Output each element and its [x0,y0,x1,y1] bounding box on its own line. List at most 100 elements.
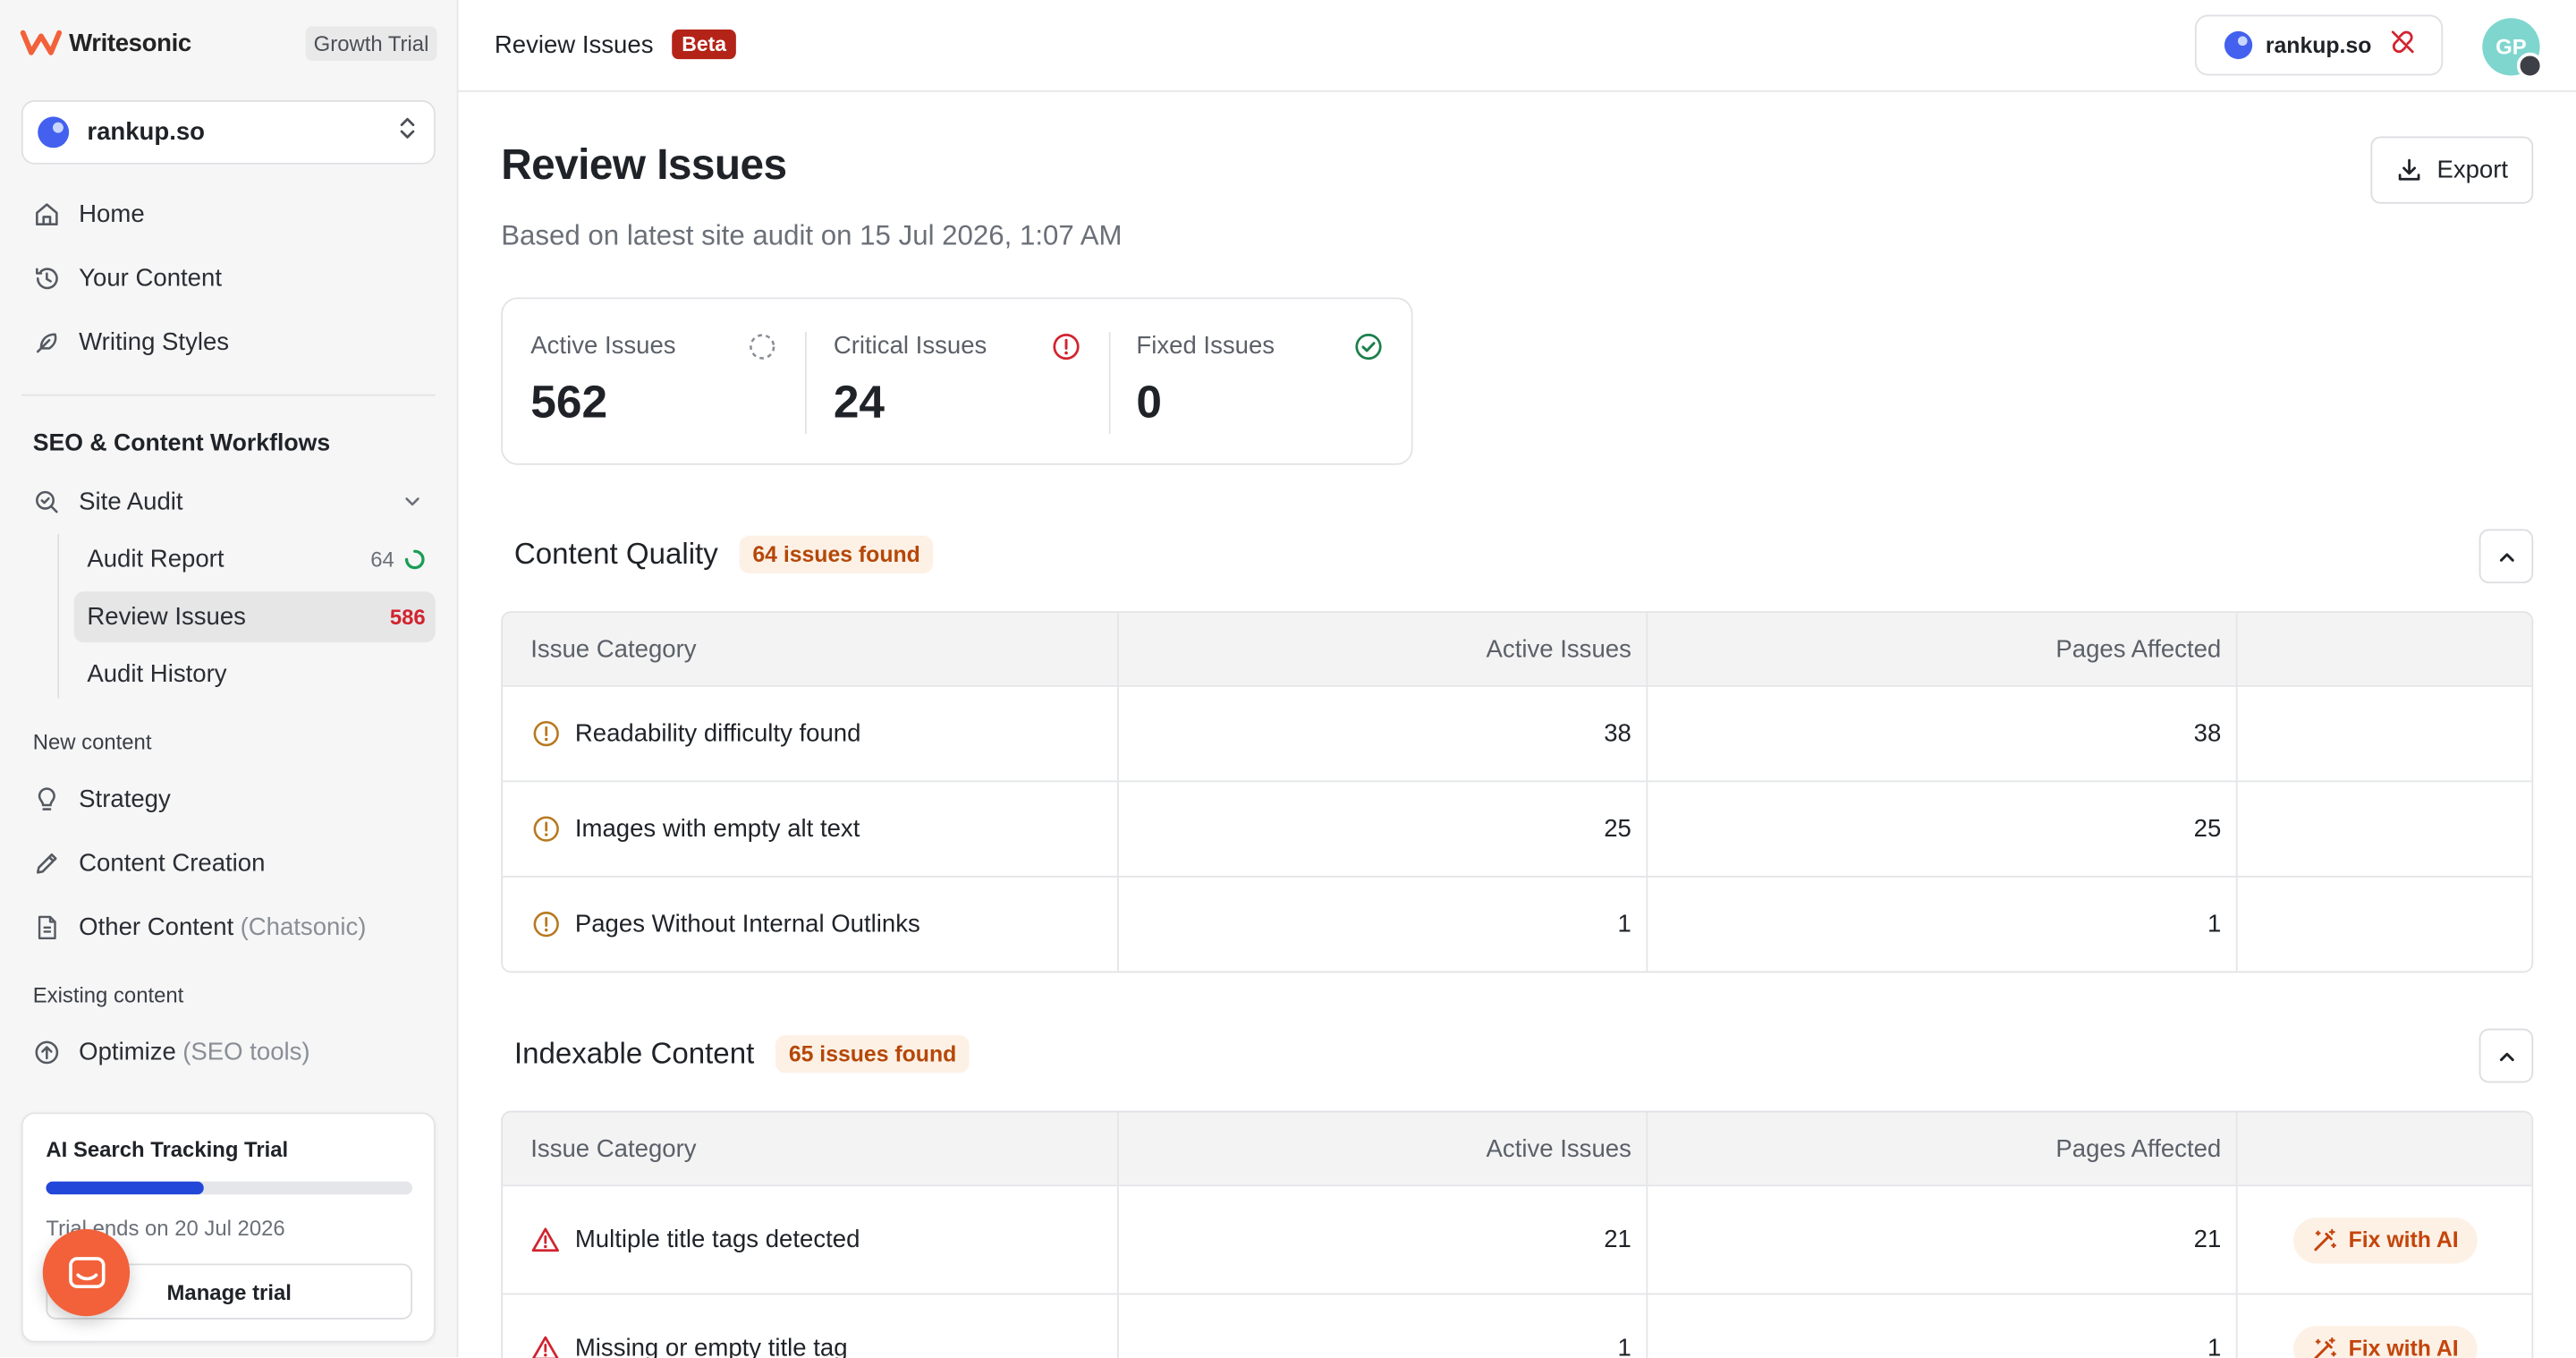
trial-progress-fill [46,1181,204,1195]
pages-count: 38 [1648,686,2238,781]
export-label: Export [2436,156,2509,184]
existing-content-label: Existing content [32,982,184,1007]
review-issues-count: 586 [389,604,426,630]
nav-writing-styles[interactable]: Writing Styles [21,314,436,369]
sub-audit-report-label: Audit Report [87,545,225,574]
collapse-content-quality-button[interactable] [2479,529,2534,584]
stat-active-issues: Active Issues 562 [503,299,806,463]
nav-strategy[interactable]: Strategy [21,770,436,826]
nav-home-label: Home [79,199,145,228]
brand-name: Writesonic [69,29,191,57]
history-icon [31,263,61,293]
indexable-content-table: Issue Category Active Issues Pages Affec… [501,1110,2534,1358]
nav-content-creation[interactable]: Content Creation [21,835,436,890]
active-count: 38 [1119,686,1648,781]
action-cell: Fix with AI [2238,1294,2532,1358]
nav-optimize[interactable]: Optimize (SEO tools) [21,1023,436,1079]
tree-line [57,533,60,699]
col-issue-category: Issue Category [503,1112,1119,1185]
project-globe-icon [38,116,70,149]
col-active-issues: Active Issues [1119,613,1648,685]
stats-card: Active Issues 562 Critical Issues 24 Fix… [501,297,1413,465]
group-content-quality-header: Content Quality 64 issues found [513,535,934,574]
unlink-icon [2388,27,2416,63]
col-actions [2238,613,2532,685]
writesonic-logo-icon [20,26,63,59]
stat-critical-issues: Critical Issues 24 [805,299,1109,463]
stat-active-value: 562 [530,376,608,428]
check-circle-icon [1355,333,1382,361]
magic-wand-icon [2313,1227,2336,1251]
issues-found-badge: 65 issues found [775,1035,970,1074]
nav-optimize-suffix: (SEO tools) [182,1037,310,1066]
col-actions [2238,1112,2532,1184]
project-name: rankup.so [87,118,206,147]
pencil-icon [31,848,61,878]
dashed-circle-icon [750,334,775,360]
nav-content-creation-label: Content Creation [79,848,266,877]
nav-site-audit-label: Site Audit [79,487,183,515]
group-indexable-content-header: Indexable Content 65 issues found [513,1035,970,1074]
sub-review-issues[interactable]: Review Issues 586 [73,591,436,643]
nav-strategy-label: Strategy [79,785,171,813]
nav-other-content-label: Other Content [79,912,234,941]
search-audit-icon [31,487,61,516]
table-header-row: Issue Category Active Issues Pages Affec… [503,1112,2532,1185]
page-title: Review Issues [501,140,787,190]
fix-with-ai-button[interactable]: Fix with AI [2292,1217,2477,1263]
feather-icon [31,327,61,357]
user-avatar[interactable]: GP [2482,18,2544,80]
project-switcher[interactable]: rankup.so [21,100,436,165]
issue-name: Missing or empty title tag [574,1334,848,1358]
table-row[interactable]: Images with empty alt text 25 25 [503,780,2532,876]
action-cell [2238,878,2532,972]
sidebar: Writesonic Growth Trial rankup.so Home Y… [0,0,459,1358]
stat-active-label: Active Issues [530,332,676,361]
site-connection-button[interactable]: rankup.so [2194,14,2444,76]
table-row[interactable]: Missing or empty title tag 1 1 Fix with … [503,1293,2532,1358]
magic-wand-icon [2313,1337,2336,1358]
sub-audit-history[interactable]: Audit History [74,649,436,700]
action-cell [2238,782,2532,876]
nav-home[interactable]: Home [21,186,436,242]
table-row[interactable]: Multiple title tags detected 21 21 Fix w… [503,1184,2532,1294]
fix-with-ai-button[interactable]: Fix with AI [2292,1325,2477,1358]
section-title-seo: SEO & Content Workflows [32,430,331,457]
trial-title: AI Search Tracking Trial [46,1137,289,1162]
nav-other-content-suffix: (Chatsonic) [240,912,367,941]
app-frame: Writesonic Growth Trial rankup.so Home Y… [0,0,2576,1358]
nav-your-content[interactable]: Your Content [21,250,436,305]
nav-site-audit[interactable]: Site Audit [21,473,436,529]
action-cell: Fix with AI [2238,1186,2532,1293]
document-icon [31,912,61,941]
trial-progress-bar [46,1181,413,1195]
collapse-indexable-content-button[interactable] [2479,1028,2534,1083]
chat-icon [68,1256,105,1288]
alert-circle-icon [1052,333,1080,361]
export-button[interactable]: Export [2370,136,2534,204]
loading-spinner-icon [404,549,425,570]
table-row[interactable]: Readability difficulty found 38 38 [503,684,2532,781]
new-content-label: New content [32,729,152,755]
issue-name: Multiple title tags detected [574,1226,860,1254]
site-name: rankup.so [2265,32,2372,58]
support-chat-button[interactable] [42,1228,131,1317]
download-icon [2399,158,2420,181]
nav-writing-styles-label: Writing Styles [79,327,230,356]
sub-audit-report[interactable]: Audit Report 64 [74,534,436,585]
chevron-updown-icon [397,115,417,150]
stat-fixed-value: 0 [1136,376,1163,428]
table-row[interactable]: Pages Without Internal Outlinks 1 1 [503,875,2532,972]
group-title: Indexable Content [513,1036,755,1070]
group-title: Content Quality [513,537,718,571]
sub-review-issues-label: Review Issues [87,603,246,632]
issue-name: Pages Without Internal Outlinks [574,910,920,938]
main-content: Review Issues Based on latest site audit… [458,94,2576,1358]
stat-critical-value: 24 [833,376,886,428]
chevron-up-icon [2499,1051,2513,1061]
nav-other-content[interactable]: Other Content (Chatsonic) [21,899,436,955]
active-count: 1 [1119,1294,1648,1358]
nav-optimize-label: Optimize [79,1037,176,1066]
site-globe-icon [2224,30,2253,60]
stat-fixed-label: Fixed Issues [1136,332,1275,361]
